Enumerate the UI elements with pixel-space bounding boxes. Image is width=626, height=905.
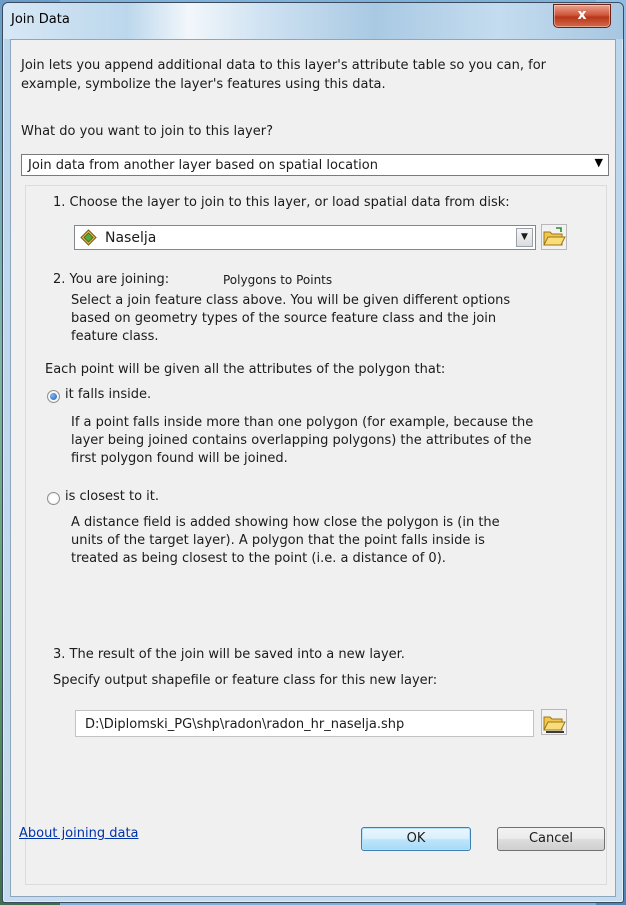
output-path-field[interactable]: D:\Diplomski_PG\shp\radon\radon_hr_nasel… (75, 710, 534, 737)
each-point-text: Each point will be given all the attribu… (45, 362, 446, 377)
close-button[interactable]: x (553, 4, 611, 28)
step3-label: 3. The result of the join will be saved … (53, 647, 405, 662)
closest-radio[interactable] (47, 492, 60, 505)
closest-option-description: A distance field is added showing how cl… (71, 515, 500, 566)
join-data-dialog: Join Data x Join lets you append additio… (2, 2, 624, 903)
polygon-layer-icon (80, 229, 97, 246)
browse-output-button[interactable] (541, 709, 567, 735)
dropdown-arrow-icon: ▼ (594, 156, 603, 169)
join-kind-value: Polygons to Points (223, 273, 333, 287)
layer-select-dropdown[interactable]: Naselja ▼ (74, 225, 536, 250)
join-type-dropdown[interactable]: Join data from another layer based on sp… (21, 154, 609, 176)
closest-option-label[interactable]: is closest to it. (65, 489, 159, 504)
ok-button[interactable]: OK (361, 827, 471, 851)
open-folder-icon (543, 227, 566, 246)
about-joining-link[interactable]: About joining data (19, 826, 139, 841)
step2-label: 2. You are joining: (53, 272, 170, 287)
window-title: Join Data (11, 12, 70, 27)
output-path-value: D:\Diplomski_PG\shp\radon\radon_hr_nasel… (85, 717, 405, 732)
step3-specify-text: Specify output shapefile or feature clas… (53, 673, 438, 688)
inside-radio[interactable] (47, 390, 60, 403)
title-bar[interactable]: Join Data x (3, 3, 623, 39)
join-question: What do you want to join to this layer? (21, 124, 273, 139)
cancel-button[interactable]: Cancel (497, 827, 605, 851)
inside-option-label[interactable]: it falls inside. (65, 387, 151, 402)
save-folder-icon (543, 716, 566, 733)
layer-select-value: Naselja (105, 230, 157, 246)
intro-text: Join lets you append additional data to … (21, 58, 546, 92)
dialog-body: Join lets you append additional data to … (10, 39, 616, 897)
layer-dropdown-arrow-icon[interactable]: ▼ (516, 228, 533, 247)
inside-option-description: If a point falls inside more than one po… (71, 415, 534, 466)
step1-label: 1. Choose the layer to join to this laye… (53, 195, 510, 210)
step2-description: Select a join feature class above. You w… (71, 293, 511, 344)
browse-layer-button[interactable] (541, 224, 567, 250)
join-type-value: Join data from another layer based on sp… (28, 158, 378, 173)
